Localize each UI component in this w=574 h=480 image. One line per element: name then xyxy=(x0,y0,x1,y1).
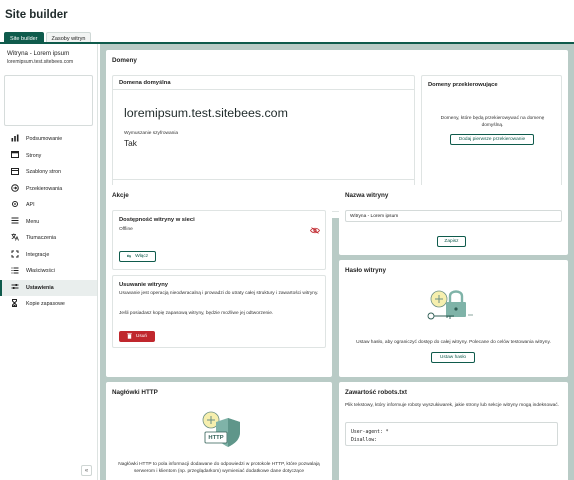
sidebar-item-label: Szablony stron xyxy=(26,169,62,176)
menu-icon xyxy=(10,217,19,226)
sidebar-item-redirects[interactable]: Przekierowania xyxy=(0,181,97,198)
eye-off-icon xyxy=(310,221,320,239)
delete-button-label: Usuń xyxy=(135,334,148,339)
api-icon xyxy=(10,200,19,210)
delete-site-backup-note: Jeśli posiadasz kopię zapasową witryny, … xyxy=(119,311,274,316)
translate-icon xyxy=(10,233,19,243)
robots-title: Zawartość robots.txt xyxy=(345,389,407,396)
sidebar-item-properties[interactable]: Właściwości xyxy=(0,263,97,280)
delete-site-warning: Usuwanie jest operacją nieodwracalną i p… xyxy=(119,291,319,296)
add-redirect-button[interactable]: Dodaj pierwsze przekierowanie xyxy=(450,134,534,145)
app-title: Site builder xyxy=(5,9,68,21)
power-icon: ⇆ xyxy=(126,253,132,260)
sidebar-item-translations[interactable]: Tłumaczenia xyxy=(0,230,97,247)
enable-button-label: Włącz xyxy=(135,254,149,259)
http-headers-card: Nagłówki HTTP HTTP Nagłówki HTTP to pola… xyxy=(106,382,332,480)
bar-chart-icon xyxy=(10,134,19,144)
sidebar-item-pages[interactable]: Strony xyxy=(0,148,97,165)
sidebar-item-api[interactable]: API xyxy=(0,197,97,214)
sidebar-item-label: Kopie zapasowe xyxy=(26,301,65,308)
set-password-button[interactable]: Ustaw hasło xyxy=(431,352,475,363)
default-domain-header: Domena domyślna xyxy=(113,76,414,90)
http-headers-description: Nagłówki HTTP to pola informacji dodawan… xyxy=(118,462,320,474)
sidebar-nav: Podsumowanie Strony Szablony stron Przek… xyxy=(0,131,97,313)
actions-card: Akcje Dostępność witryny w sieci Offline… xyxy=(106,185,332,377)
robots-card: Zawartość robots.txt Plik tekstowy, któr… xyxy=(339,382,568,480)
delete-site-button[interactable]: Usuń xyxy=(119,331,155,342)
site-password-description: Ustaw hasło, aby ograniczyć dostęp do ca… xyxy=(356,340,551,345)
delete-site-title: Usuwanie witryny xyxy=(119,282,168,288)
https-value: Tak xyxy=(124,138,137,148)
sidebar-item-integrations[interactable]: Integracje xyxy=(0,247,97,264)
site-name: Witryna - Lorem ipsum xyxy=(7,50,70,57)
availability-panel: Dostępność witryny w sieci Offline ⇆ Włą… xyxy=(112,210,326,270)
sidebar-item-label: Podsumowanie xyxy=(26,136,63,143)
site-url: loremipsum.test.sitebees.com xyxy=(7,59,74,65)
sidebar-item-label: Przekierowania xyxy=(26,185,63,192)
integrations-icon xyxy=(10,250,19,260)
redirect-icon xyxy=(10,183,19,194)
sidebar-item-label: Strony xyxy=(26,152,42,159)
sidebar-item-label: Menu xyxy=(26,218,40,225)
sidebar-item-backups[interactable]: Kopie zapasowe xyxy=(0,296,97,313)
delete-site-panel: Usuwanie witryny Usuwanie jest operacją … xyxy=(112,275,326,348)
main-content: Domeny Domena domyślna loremipsum.test.s… xyxy=(100,44,574,480)
hourglass-icon xyxy=(10,299,19,309)
save-site-name-button[interactable]: Zapisz xyxy=(437,236,466,247)
http-shield-illustration-icon: HTTP xyxy=(196,410,248,450)
sidebar: Witryna - Lorem ipsum loremipsum.test.si… xyxy=(0,44,98,480)
template-icon xyxy=(10,167,19,177)
sidebar-item-label: Integracje xyxy=(26,251,50,258)
trash-icon xyxy=(127,332,132,341)
site-name-card: Nazwa witryny Witryna - Lorem ipsum Zapi… xyxy=(339,185,568,255)
default-domain-title: Domena domyślna xyxy=(119,80,171,86)
site-password-card: Hasło witryny Ustaw hasło, aby ograniczy… xyxy=(339,260,568,377)
availability-status: Offline xyxy=(119,227,133,232)
redirect-domains-description: Domeny, które będą przekierowywać na dom… xyxy=(440,116,545,128)
sidebar-item-label: Tłumaczenia xyxy=(26,235,57,242)
site-name-input[interactable]: Witryna - Lorem ipsum xyxy=(345,210,562,222)
sidebar-item-label: Właściwości xyxy=(26,268,55,275)
sidebar-item-label: API xyxy=(26,202,35,209)
actions-title: Akcje xyxy=(112,192,129,199)
enable-site-button[interactable]: ⇆ Włącz xyxy=(119,251,156,262)
settings-sliders-icon xyxy=(10,283,19,292)
sidebar-item-label: Ustawienia xyxy=(26,284,54,291)
https-label: Wymuszanie szyfrowania xyxy=(124,131,179,136)
sidebar-item-summary[interactable]: Podsumowanie xyxy=(0,131,97,148)
domains-title: Domeny xyxy=(112,57,137,64)
collapse-sidebar-button[interactable]: « xyxy=(81,465,92,476)
http-headers-title: Nagłówki HTTP xyxy=(112,389,158,396)
site-password-title: Hasło witryny xyxy=(345,267,386,274)
divider xyxy=(113,179,414,180)
browser-window-icon xyxy=(10,151,19,160)
redirect-domains-title: Domeny przekierowujące xyxy=(428,82,498,88)
availability-title: Dostępność witryny w sieci xyxy=(119,217,195,223)
site-preview-thumbnail[interactable] xyxy=(4,75,93,126)
robots-description: Plik tekstowy, który informuje roboty wy… xyxy=(345,403,559,408)
sidebar-item-settings[interactable]: Ustawienia xyxy=(0,279,97,296)
sidebar-item-menu[interactable]: Menu xyxy=(0,214,97,231)
default-domain-value: loremipsum.test.sitebees.com xyxy=(124,106,288,120)
sidebar-item-templates[interactable]: Szablony stron xyxy=(0,164,97,181)
http-badge-label: HTTP xyxy=(208,434,224,441)
robots-editor[interactable]: User-agent: * Disallow: xyxy=(345,422,558,446)
site-name-title: Nazwa witryny xyxy=(345,192,389,199)
padlock-key-illustration-icon xyxy=(424,286,480,333)
properties-icon xyxy=(10,267,19,276)
